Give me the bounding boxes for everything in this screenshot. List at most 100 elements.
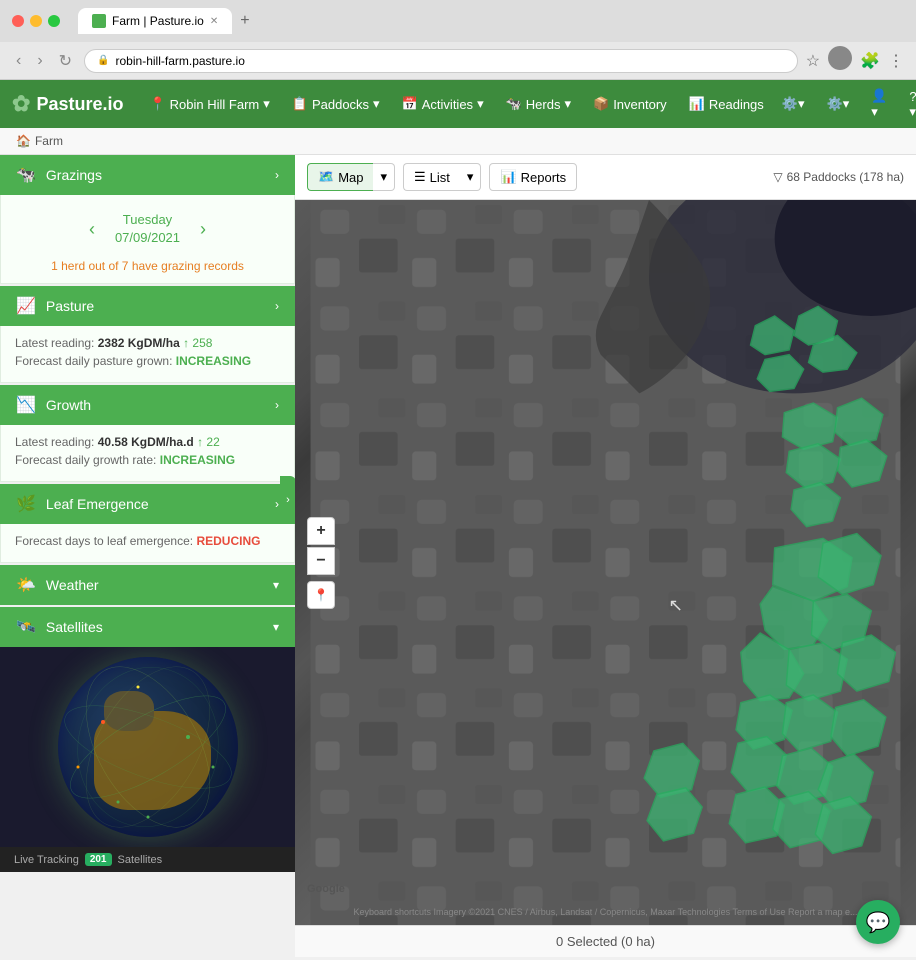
leaf-stat1-label: Forecast days to leaf emergence: — [15, 534, 193, 548]
bookmark-button[interactable]: ☆ — [806, 46, 820, 75]
nav-right-actions: ⚙️▾ ⚙️▾ 👤▾ ?▾ 💬 VI▾ — [774, 84, 916, 124]
map-view-dropdown[interactable]: ▾ — [373, 163, 395, 191]
nav-readings[interactable]: 📊 Readings — [679, 90, 774, 118]
globe-container — [0, 647, 295, 847]
sidebar-section-pasture: 📈 Pasture › Latest reading: 2382 KgDM/ha… — [0, 286, 295, 383]
growth-icon: 📉 — [16, 395, 36, 415]
sidebar-section-satellites: 🛰️ Satellites ▾ — [0, 607, 295, 872]
grazings-date-value: 07/09/2021 — [115, 229, 180, 247]
weather-icon: 🌤️ — [16, 575, 36, 595]
leaf-header-left: 🌿 Leaf Emergence — [16, 494, 149, 514]
sidebar-section-weather: 🌤️ Weather ▾ — [0, 565, 295, 605]
reload-button[interactable]: ↻ — [55, 49, 76, 73]
sidebar-section-leaf: 🌿 Leaf Emergence › Forecast days to leaf… — [0, 484, 295, 563]
growth-stat2-value: INCREASING — [160, 453, 235, 467]
map-svg: ↖ — [295, 200, 916, 925]
google-logo: Google — [307, 883, 345, 895]
farm-icon: 📍 — [149, 96, 165, 112]
farm-dropdown-icon: ▾ — [263, 96, 270, 112]
map-view-button[interactable]: 🗺️ Map — [307, 163, 373, 191]
sidebar-section-grazings: 🐄 Grazings › ‹ Tuesday 07/09/2021 › 1 he… — [0, 155, 295, 284]
grazings-title: Grazings — [46, 167, 102, 183]
menu-button[interactable]: ⋮ — [888, 46, 904, 75]
pasture-stat1-value: 2382 KgDM/ha — [98, 336, 183, 350]
list-view-dropdown[interactable]: ▾ — [460, 163, 482, 191]
sidebar-toggle-icon: › — [286, 494, 290, 506]
map-copyright: Keyboard shortcuts Imagery ©2021 CNES / … — [353, 907, 857, 917]
zoom-out-button[interactable]: − — [307, 547, 335, 575]
minimize-dot[interactable] — [30, 15, 42, 27]
map-container[interactable]: ↖ + − 📍 Google Keyboard shortcuts Imager… — [295, 200, 916, 925]
tools-button[interactable]: ⚙️▾ — [774, 92, 813, 116]
pasture-stat-1: Latest reading: 2382 KgDM/ha ↑ 258 — [15, 336, 280, 350]
grazings-info: 1 herd out of 7 have grazing records — [15, 259, 280, 273]
nav-herds[interactable]: 🐄 Herds ▾ — [496, 90, 581, 118]
nav-inventory[interactable]: 📦 Inventory — [583, 90, 677, 118]
nav-activities[interactable]: 📅 Activities ▾ — [392, 90, 494, 118]
activities-dropdown-icon: ▾ — [477, 96, 484, 112]
back-button[interactable]: ‹ — [12, 50, 25, 72]
list-view-button[interactable]: ☰ List — [403, 163, 460, 191]
copyright-text: Keyboard shortcuts Imagery ©2021 CNES / … — [353, 907, 857, 917]
map-toolbar: 🗺️ Map ▾ ☰ List ▾ 📊 Reports ▽ 68 Paddock… — [295, 155, 916, 200]
leaf-icon: 🌿 — [16, 494, 36, 514]
forward-button[interactable]: › — [33, 50, 46, 72]
reports-button[interactable]: 📊 Reports — [489, 163, 577, 191]
sidebar-collapse-button[interactable]: › — [280, 476, 295, 524]
pasture-header[interactable]: 📈 Pasture › — [0, 286, 295, 326]
activities-icon: 📅 — [402, 96, 418, 112]
fullscreen-dot[interactable] — [48, 15, 60, 27]
leaf-header[interactable]: 🌿 Leaf Emergence › — [0, 484, 295, 524]
google-text: Google — [307, 883, 345, 895]
leaf-title: Leaf Emergence — [46, 496, 149, 512]
address-bar[interactable]: 🔒 robin-hill-farm.pasture.io — [84, 49, 798, 73]
account-button[interactable]: 👤▾ — [863, 84, 895, 124]
paddocks-icon: 📋 — [292, 96, 308, 112]
weather-header[interactable]: 🌤️ Weather ▾ — [0, 565, 295, 605]
zoom-in-button[interactable]: + — [307, 517, 335, 545]
nav-paddocks[interactable]: 📋 Paddocks ▾ — [282, 90, 390, 118]
breadcrumb-farm[interactable]: Farm — [35, 134, 63, 148]
settings-button[interactable]: ⚙️▾ — [819, 92, 858, 116]
map-area: 🗺️ Map ▾ ☰ List ▾ 📊 Reports ▽ 68 Paddock… — [295, 155, 916, 957]
home-icon: 🏠 — [16, 134, 31, 148]
close-dot[interactable] — [12, 15, 24, 27]
browser-tab[interactable]: Farm | Pasture.io ✕ — [78, 8, 232, 34]
paddocks-count-label: 68 Paddocks (178 ha) — [787, 170, 904, 184]
url-text: robin-hill-farm.pasture.io — [116, 54, 245, 68]
herds-icon: 🐄 — [506, 96, 522, 112]
logo-icon: ✿ — [12, 91, 30, 117]
grazings-prev-button[interactable]: ‹ — [89, 219, 95, 240]
locate-button[interactable]: 📍 — [307, 581, 335, 609]
inventory-icon: 📦 — [593, 96, 609, 112]
chat-button[interactable]: 💬 — [856, 900, 900, 944]
grazings-next-button[interactable]: › — [200, 219, 206, 240]
growth-stat1-extra: ↑ 22 — [197, 435, 220, 449]
new-tab-button[interactable]: + — [240, 12, 249, 30]
growth-header-left: 📉 Growth — [16, 395, 91, 415]
paddocks-count: ▽ 68 Paddocks (178 ha) — [773, 170, 904, 184]
globe-dots — [58, 657, 238, 837]
grazings-header[interactable]: 🐄 Grazings › — [0, 155, 295, 195]
app-logo[interactable]: ✿ Pasture.io — [12, 91, 123, 117]
selection-label: 0 Selected (0 ha) — [556, 934, 655, 949]
weather-chevron-icon: ▾ — [273, 578, 279, 592]
grazings-content: ‹ Tuesday 07/09/2021 › 1 herd out of 7 h… — [0, 195, 295, 284]
profile-button[interactable] — [828, 46, 852, 75]
nav-farm[interactable]: 📍 Robin Hill Farm ▾ — [139, 90, 279, 118]
extensions-button[interactable]: 🧩 — [860, 46, 880, 75]
nav-herds-label: Herds — [526, 97, 561, 112]
grazings-header-left: 🐄 Grazings — [16, 165, 102, 185]
help-button[interactable]: ?▾ — [901, 85, 916, 124]
satellite-image: ↖ — [295, 200, 916, 925]
growth-header[interactable]: 📉 Growth › — [0, 385, 295, 425]
map-controls: + − 📍 — [307, 517, 335, 609]
tab-close-btn[interactable]: ✕ — [210, 16, 218, 27]
satellite-suffix: Satellites — [118, 854, 163, 866]
browser-dots — [12, 15, 60, 27]
satellites-header[interactable]: 🛰️ Satellites ▾ — [0, 607, 295, 647]
sidebar: 🐄 Grazings › ‹ Tuesday 07/09/2021 › 1 he… — [0, 155, 295, 957]
grazings-chevron-icon: › — [275, 168, 279, 182]
breadcrumb: 🏠 Farm — [0, 128, 916, 155]
svg-text:↖: ↖ — [668, 595, 683, 615]
